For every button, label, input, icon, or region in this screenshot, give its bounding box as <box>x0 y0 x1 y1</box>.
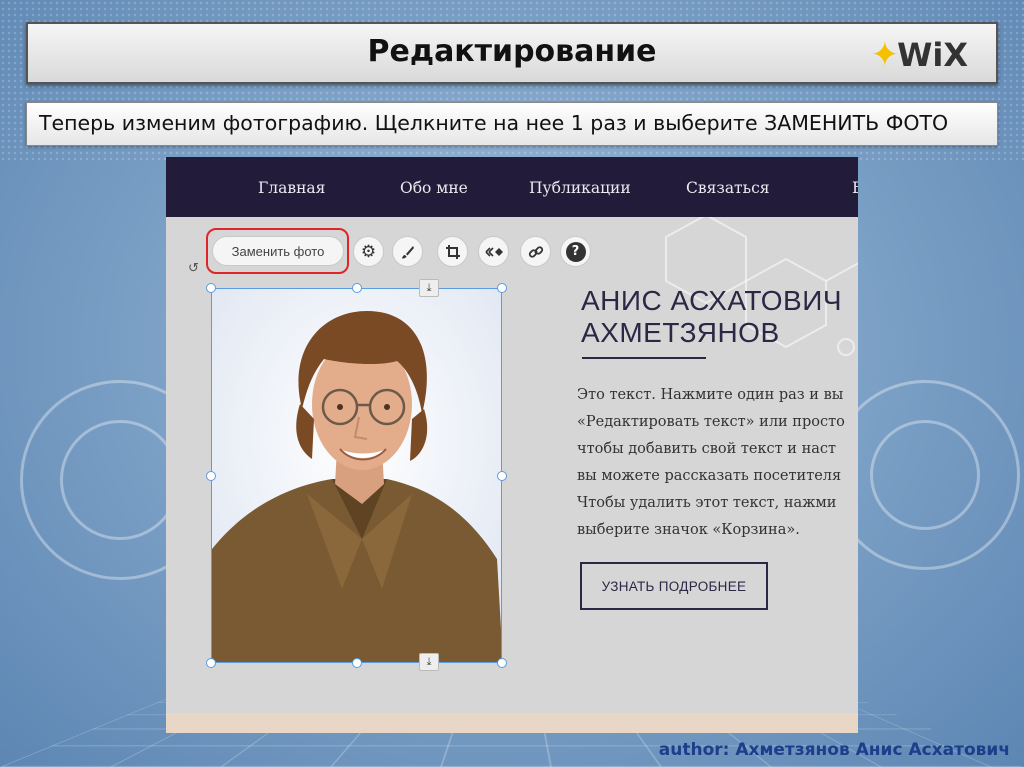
slide-title: Редактирование <box>367 34 657 69</box>
instruction-bar: Теперь изменим фотографию. Щелкните на н… <box>26 102 998 146</box>
nav-item-publications[interactable]: Публикации <box>529 179 631 197</box>
crop-button[interactable] <box>437 236 468 267</box>
resize-handle-top-right[interactable] <box>497 283 507 293</box>
settings-button[interactable]: ⚙ <box>353 236 384 267</box>
slide-title-bar: Редактирование ✦ WiX <box>26 22 998 84</box>
name-line-2: АХМЕТЗЯНОВ <box>581 317 780 348</box>
background-ring <box>870 420 980 530</box>
site-top-nav: Главная Обо мне Публикации Связаться Б <box>166 157 858 217</box>
link-button[interactable] <box>520 236 551 267</box>
wix-star-icon: ✦ <box>870 35 900 75</box>
author-credit: author: Ахметзянов Анис Асхатович <box>658 740 1010 760</box>
gear-icon: ⚙ <box>360 241 377 262</box>
paragraph-line: чтобы добавить свой текст и наст <box>577 441 837 457</box>
wix-logo: ✦ WiX <box>871 35 968 75</box>
paragraph-line: выберите значок «Корзина». <box>577 522 800 538</box>
background-ring <box>60 420 180 540</box>
design-button[interactable] <box>392 236 423 267</box>
resize-handle-left[interactable] <box>206 471 216 481</box>
link-icon <box>528 245 543 258</box>
learn-more-button[interactable]: УЗНАТЬ ПОДРОБНЕЕ <box>580 562 768 610</box>
heading-underline <box>582 357 706 359</box>
paragraph-text[interactable]: Это текст. Нажмите один раз и вы «Редакт… <box>577 382 858 544</box>
animation-button[interactable] <box>478 236 509 267</box>
crop-icon <box>445 244 460 259</box>
download-arrow-icon: ⤓ <box>426 281 432 294</box>
paragraph-line: Чтобы удалить этот текст, нажми <box>577 495 837 511</box>
wix-editor-canvas: Главная Обо мне Публикации Связаться Б З… <box>166 157 858 733</box>
animation-icon <box>484 246 503 257</box>
portrait-photo <box>212 289 501 662</box>
wix-logo-text: WiX <box>897 36 968 74</box>
nav-item-blog[interactable]: Б <box>852 179 858 197</box>
nav-item-about[interactable]: Обо мне <box>400 179 468 197</box>
help-button[interactable]: ? <box>560 236 591 267</box>
footer-strip <box>166 713 858 733</box>
name-line-1: АНИС АСХАТОВИЧ <box>581 285 842 316</box>
nav-item-contact[interactable]: Связаться <box>686 179 770 197</box>
resize-handle-bottom[interactable] <box>352 658 362 668</box>
resize-handle-top-left[interactable] <box>206 283 216 293</box>
instruction-text: Теперь изменим фотографию. Щелкните на н… <box>39 111 949 135</box>
brush-icon <box>401 245 414 258</box>
paragraph-line: Это текст. Нажмите один раз и вы <box>577 387 844 403</box>
resize-handle-top[interactable] <box>352 283 362 293</box>
help-icon: ? <box>565 241 586 262</box>
stretch-bottom-handle[interactable]: ⤓ <box>419 653 439 671</box>
nav-item-home[interactable]: Главная <box>258 179 325 197</box>
rotate-icon[interactable]: ↺ <box>188 261 199 276</box>
download-arrow-icon: ⤓ <box>426 655 432 668</box>
name-heading[interactable]: АНИС АСХАТОВИЧ АХМЕТЗЯНОВ <box>581 285 858 349</box>
replace-photo-highlight <box>206 228 349 274</box>
stretch-top-handle[interactable]: ⤓ <box>419 279 439 297</box>
paragraph-line: вы можете рассказать посетителя <box>577 468 842 484</box>
resize-handle-bottom-left[interactable] <box>206 658 216 668</box>
selected-photo[interactable] <box>211 288 502 663</box>
paragraph-line: «Редактировать текст» или просто <box>577 414 845 430</box>
resize-handle-right[interactable] <box>497 471 507 481</box>
resize-handle-bottom-right[interactable] <box>497 658 507 668</box>
